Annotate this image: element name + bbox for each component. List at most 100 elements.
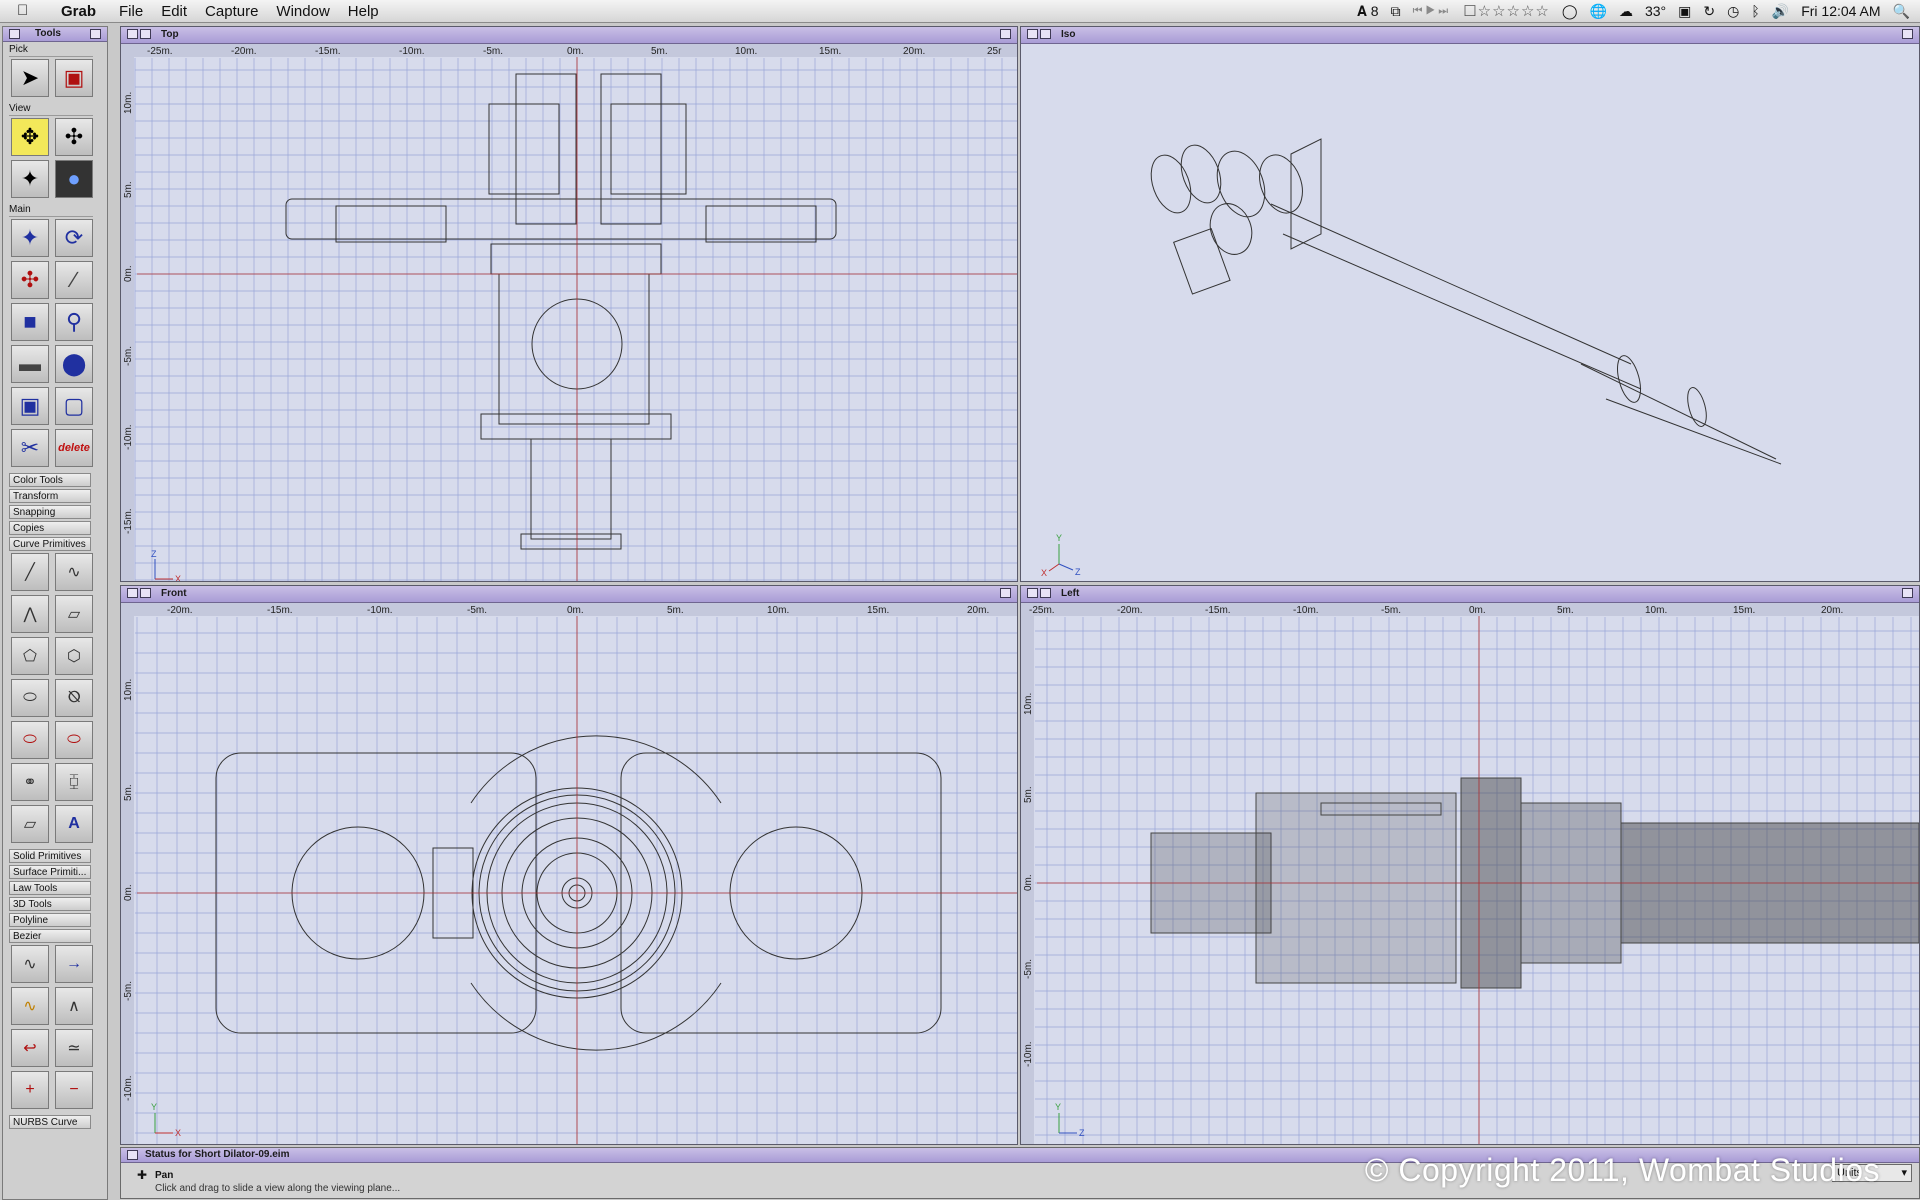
category-law-tools[interactable]: Law Tools [9,881,91,895]
pan-view-tool[interactable]: ✥ [11,118,49,156]
curve-helix-tool[interactable]: ⧮ [55,763,93,801]
viewport-iso-titlebar[interactable]: Iso [1021,27,1919,44]
curve-text-tool[interactable]: A [55,805,93,843]
curve-ellipse-tool[interactable]: ⬭ [11,679,49,717]
line-tool[interactable]: ∕ [55,261,93,299]
rotate-view-tool[interactable]: ✦ [11,160,49,198]
bezier-yellow-tool[interactable]: ∿ [11,987,49,1025]
collapse-box-icon[interactable] [127,1150,138,1160]
collapse-box-icon[interactable] [1027,588,1038,598]
view-menu-icon[interactable] [1040,588,1051,598]
menu-help[interactable]: Help [339,3,388,20]
plane-tool[interactable]: ▬ [11,345,49,383]
delete-tool[interactable]: delete [55,429,93,467]
curve-rectangle-tool[interactable]: ▱ [55,595,93,633]
collapse-box-icon[interactable] [1027,29,1038,39]
viewport-front-canvas[interactable]: -20m. -15m. -10m. -5m. 0m. 5m. 10m. 15m. 20m. 10m… [121,603,1017,1144]
zoom-view-tool[interactable]: ✣ [55,118,93,156]
cube-tool[interactable]: ■ [11,303,49,341]
pick-arrow-tool[interactable]: ➤ [11,59,49,97]
curve-ellipse-diag-tool[interactable]: ⦰ [55,679,93,717]
bezier-corner-tool[interactable]: ∧ [55,987,93,1025]
globe-icon[interactable]: 🌐 [1590,3,1607,20]
bezier-remove-node-tool[interactable]: − [55,1071,93,1109]
trim-tool[interactable]: ✂ [11,429,49,467]
tools-titlebar[interactable]: Tools [3,27,107,42]
bezier-add-node-tool[interactable]: + [11,1071,49,1109]
curve-plane-text-tool[interactable]: ▱ [11,805,49,843]
curve-polyline-tool[interactable]: ⋀ [11,595,49,633]
box-tool[interactable]: ▣ [11,387,49,425]
bezier-weave-tool[interactable]: ≃ [55,1029,93,1067]
collapse-box-icon[interactable] [127,29,138,39]
zoom-box-icon[interactable] [1902,588,1913,598]
curve-circle-tangent-tool[interactable]: ⬭ [55,721,93,759]
menu-app-grab[interactable]: Grab [52,3,110,20]
curve-arc-tool[interactable]: ⚭ [11,763,49,801]
zoom-box-icon[interactable] [1000,29,1011,39]
temperature-readout[interactable]: 33° [1645,3,1666,19]
category-snapping[interactable]: Snapping [9,505,91,519]
bluetooth-icon[interactable]: ᛒ [1751,3,1759,19]
left-view-drawing[interactable]: -25m. -20m. -15m. -10m. -5m. 0m. 5m. 10m. 15m. 20… [1021,603,1919,1144]
rating-stars-icon[interactable]: ☐☆☆☆☆☆ [1463,2,1550,20]
category-curve-primitives[interactable]: Curve Primitives [9,537,91,551]
sphere-tool[interactable]: ⬤ [55,345,93,383]
view-menu-icon[interactable] [140,588,151,598]
category-3d-tools[interactable]: 3D Tools [9,897,91,911]
bezier-add-point-tool[interactable]: → [55,945,93,983]
curve-hexagon-tool[interactable]: ⬡ [55,637,93,675]
viewport-top-canvas[interactable]: -25m. -20m. -15m. -10m. -5m. 0m. 5m. 10m. 15m. 20… [121,44,1017,581]
menu-file[interactable]: File [110,3,152,20]
category-transform[interactable]: Transform [9,489,91,503]
front-view-drawing[interactable]: -20m. -15m. -10m. -5m. 0m. 5m. 10m. 15m. 20m. 10m… [121,603,1017,1144]
viewport-front-titlebar[interactable]: Front [121,586,1017,603]
zoom-box-icon[interactable] [1902,29,1913,39]
category-surface-primitives[interactable]: Surface Primiti... [9,865,91,879]
volume-icon[interactable]: 🔊 [1772,3,1789,20]
display-icon[interactable]: ▣ [1678,3,1691,20]
collapse-box-icon[interactable] [9,29,20,39]
viewport-top-titlebar[interactable]: Top [121,27,1017,44]
category-color-tools[interactable]: Color Tools [9,473,91,487]
bezier-hook-tool[interactable]: ↩ [11,1029,49,1067]
pick-bounding-box-tool[interactable]: ▣ [55,59,93,97]
zoom-box-icon[interactable] [90,29,101,39]
category-copies[interactable]: Copies [9,521,91,535]
render-view-tool[interactable]: ● [55,160,93,198]
viewport-iso-canvas[interactable]: Y X Z [1021,44,1919,581]
move-tool[interactable]: ✦ [11,219,49,257]
viewport-iso[interactable]: Iso Y X Z [1020,26,1920,582]
menu-window[interactable]: Window [267,3,338,20]
lathe-tool[interactable]: ⚲ [55,303,93,341]
sync-icon[interactable]: ↻ [1703,3,1715,20]
view-menu-icon[interactable] [140,29,151,39]
time-machine-icon[interactable]: ◷ [1727,3,1739,20]
wireframe-box-tool[interactable]: ▢ [55,387,93,425]
media-transport-icons[interactable]: ⏮▶⏭ [1413,5,1452,18]
top-view-drawing[interactable]: -25m. -20m. -15m. -10m. -5m. 0m. 5m. 10m. 15m. 20… [121,44,1017,581]
category-bezier[interactable]: Bezier [9,929,91,943]
curve-s-tool[interactable]: ∿ [55,553,93,591]
category-solid-primitives[interactable]: Solid Primitives [9,849,91,863]
spotlight-search-icon[interactable]: 🔍 [1893,3,1910,20]
viewport-top[interactable]: Top -25m. -20m. -15m. -10m. -5m. 0m. 5m. 10m. 15… [120,26,1018,582]
viewport-left[interactable]: Left -25m. -20m. -15m. -10m. -5m. 0m. 5m. 10m. 1… [1020,585,1920,1145]
bezier-draw-tool[interactable]: ∿ [11,945,49,983]
iso-view-drawing[interactable]: Y X Z [1021,44,1919,581]
viewport-front[interactable]: Front -20m. -15m. -10m. -5m. 0m. 5m. 10m. 15m. 2… [120,585,1018,1145]
weather-icon[interactable]: ☁ [1619,3,1633,20]
category-nurbs-curve[interactable]: NURBS Curve [9,1115,91,1129]
circle-status-icon[interactable]: ◯ [1562,3,1578,20]
viewport-left-titlebar[interactable]: Left [1021,586,1919,603]
scale-tool[interactable]: ✣ [11,261,49,299]
apple-menu-icon[interactable]:  [17,2,28,19]
curve-circle-tool[interactable]: ⬭ [11,721,49,759]
view-menu-icon[interactable] [1040,29,1051,39]
curve-pentagon-tool[interactable]: ⬠ [11,637,49,675]
screen-sharing-icon[interactable]: ⧉ [1391,3,1401,20]
zoom-box-icon[interactable] [1000,588,1011,598]
curve-line-tool[interactable]: ╱ [11,553,49,591]
adobe-icon[interactable]: 𝐀 8 [1357,3,1378,20]
viewport-left-canvas[interactable]: -25m. -20m. -15m. -10m. -5m. 0m. 5m. 10m. 15m. 20… [1021,603,1919,1144]
